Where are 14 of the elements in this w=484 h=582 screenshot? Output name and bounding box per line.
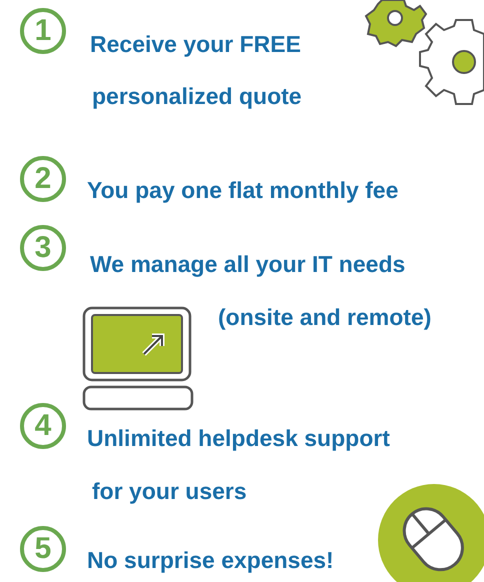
step-text: No surprise expenses! xyxy=(87,546,334,575)
step-number: 1 xyxy=(20,8,66,54)
step-text: (onsite and remote) xyxy=(218,303,432,332)
computer-icon xyxy=(82,306,194,412)
step-text: You pay one flat monthly fee xyxy=(87,176,398,205)
step-number: 2 xyxy=(20,156,66,202)
step-number: 3 xyxy=(20,225,66,271)
step-number: 5 xyxy=(20,526,66,572)
step-text: Unlimited helpdesk support xyxy=(87,424,390,453)
step-text: Receive your FREE xyxy=(90,30,301,59)
step-text: for your users xyxy=(92,477,247,506)
step-text: personalized quote xyxy=(92,82,302,111)
step-text: We manage all your IT needs xyxy=(90,250,406,279)
step-number: 4 xyxy=(20,403,66,449)
